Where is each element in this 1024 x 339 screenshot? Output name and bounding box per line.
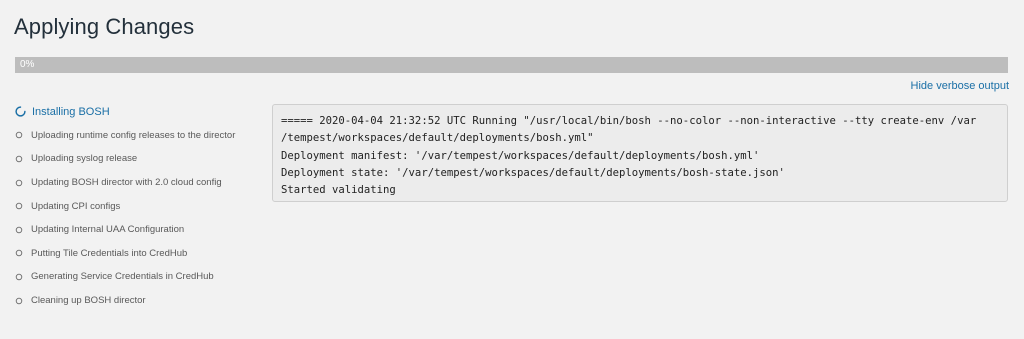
log-line: Started validating — [281, 184, 396, 197]
step-item: Installing BOSH — [15, 100, 265, 124]
apply-changes-page: Applying Changes 0% Hide verbose output … — [0, 0, 1024, 339]
spinner-icon — [15, 106, 26, 117]
circle-icon — [15, 202, 23, 210]
step-item: Cleaning up BOSH director — [15, 289, 265, 313]
step-label: Uploading syslog release — [31, 153, 138, 165]
step-label: Updating CPI configs — [31, 200, 121, 212]
log-line: Deployment manifest: '/var/tempest/works… — [281, 149, 760, 162]
progress-percent-label: 0% — [20, 59, 35, 70]
step-item: Updating BOSH director with 2.0 cloud co… — [15, 171, 265, 195]
step-item: Updating CPI configs — [15, 194, 265, 218]
circle-icon — [15, 250, 23, 257]
verbose-log-output: ===== 2020-04-04 21:32:52 UTC Running "/… — [272, 104, 1008, 202]
step-item: Uploading syslog release — [15, 147, 265, 171]
circle-icon — [15, 273, 23, 281]
step-label: Cleaning up BOSH director — [31, 295, 146, 307]
step-item: Generating Service Credentials in CredHu… — [15, 265, 265, 289]
step-label: Installing BOSH — [32, 105, 110, 118]
step-label: Updating BOSH director with 2.0 cloud co… — [31, 177, 222, 189]
circle-icon — [15, 179, 23, 186]
page-title: Applying Changes — [14, 14, 195, 39]
log-line: /tempest/workspaces/default/deployments/… — [281, 132, 594, 145]
circle-icon — [15, 155, 23, 163]
steps-list: Installing BOSH Uploading runtime config … — [15, 100, 265, 312]
step-label: Generating Service Credentials in CredHu… — [31, 271, 214, 283]
step-item: Uploading runtime config releases to the… — [15, 124, 265, 148]
step-item: Putting Tile Credentials into CredHub — [15, 242, 265, 266]
log-line: Deployment state: '/var/tempest/workspac… — [281, 166, 785, 179]
hide-verbose-output-link[interactable]: Hide verbose output — [911, 80, 1009, 92]
step-label: Updating Internal UAA Configuration — [31, 224, 185, 236]
log-line: ===== 2020-04-04 21:32:52 UTC Running "/… — [281, 115, 977, 127]
circle-icon — [15, 297, 23, 304]
step-label: Uploading runtime config releases to the… — [31, 129, 236, 141]
circle-icon — [15, 226, 23, 233]
circle-icon — [15, 132, 23, 139]
step-item: Updating Internal UAA Configuration — [15, 218, 265, 242]
progress-bar: 0% — [15, 57, 1008, 73]
step-label: Putting Tile Credentials into CredHub — [31, 247, 188, 259]
